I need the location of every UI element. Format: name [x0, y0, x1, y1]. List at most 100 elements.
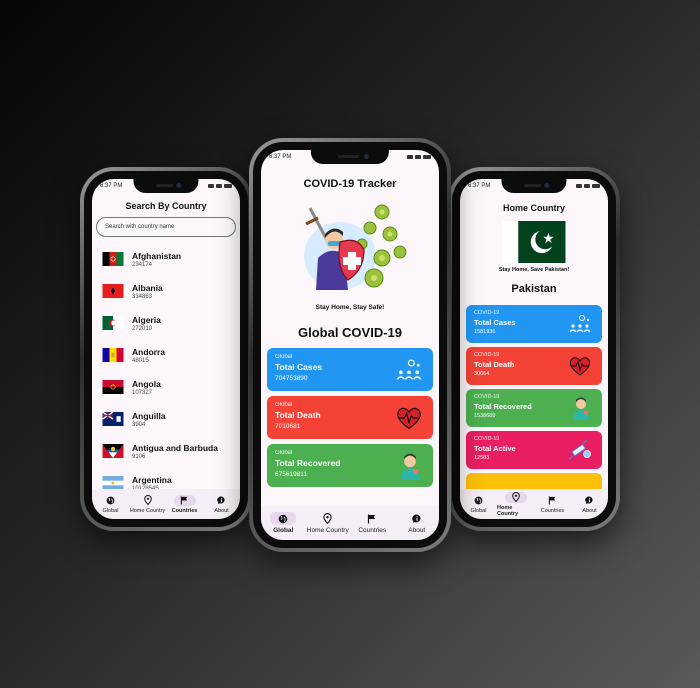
location-pin-icon — [317, 512, 339, 525]
phone-middle: 6:37 PM COVID-19 Tracker Stay Home, Stay… — [249, 138, 451, 552]
status-icons — [208, 184, 232, 188]
country-item-anguilla[interactable]: Anguilla 3904 — [102, 403, 230, 435]
total-recovered-card[interactable]: COVID-19 Total Recovered 1538689 — [466, 389, 602, 427]
global-screen: 6:37 PM COVID-19 Tracker Stay Home, Stay… — [261, 150, 439, 540]
flag-anguilla-icon — [102, 412, 124, 426]
country-item-angola[interactable]: Angola 107327 — [102, 371, 230, 403]
bottom-nav: Global Home Country Countries About — [261, 506, 439, 540]
country-name: Anguilla — [132, 410, 166, 421]
status-time: 6:37 PM — [468, 183, 491, 189]
nav-label: Global — [102, 507, 119, 514]
nav-countries[interactable]: Countries — [166, 494, 203, 514]
flag-icon — [173, 494, 196, 506]
info-icon — [211, 495, 233, 506]
nav-about[interactable]: About — [571, 495, 608, 514]
flag-antigua-and-barbuda-icon — [102, 444, 124, 458]
nav-label: About — [214, 507, 229, 514]
country-cases: 3904 — [132, 421, 146, 428]
people-virus-icon — [569, 315, 591, 333]
flag-afghanistan-icon — [102, 252, 124, 266]
globe-icon — [100, 495, 122, 506]
nav-label: Global — [273, 527, 294, 534]
page-title: Home Country — [502, 203, 565, 213]
flag-argentina-icon — [102, 476, 124, 490]
globe-icon — [270, 512, 297, 525]
stats-cards: COVID-19 Total Cases 1581936 COVID-19 To… — [460, 305, 608, 511]
nav-label: Home Country — [306, 527, 349, 534]
flag-angola-icon — [102, 380, 124, 394]
info-icon — [579, 495, 601, 506]
total-active-card[interactable]: COVID-19 Total Active 12583 — [466, 431, 602, 469]
status-time: 6:37 PM — [269, 154, 292, 160]
country-name: Afghanistan — [132, 250, 182, 261]
nav-label: Global — [470, 507, 487, 514]
nav-home-country[interactable]: Home Country — [497, 491, 534, 517]
country-item-albania[interactable]: Albania 334863 — [102, 275, 230, 307]
heart-pulse-icon — [569, 357, 591, 376]
total-death-card[interactable]: Global Total Death 7010681 — [267, 396, 433, 439]
country-cases: 234174 — [132, 261, 153, 268]
country-item-andorra[interactable]: Andorra 48015 — [102, 339, 230, 371]
recovered-person-icon — [573, 397, 589, 420]
notch — [310, 150, 390, 164]
globe-icon — [468, 495, 490, 506]
nav-label: Countries — [171, 507, 198, 514]
country-item-algeria[interactable]: Algeria 272010 — [102, 307, 230, 339]
nav-global[interactable]: Global — [92, 495, 129, 514]
nav-label: Countries — [358, 527, 387, 534]
nav-label: About — [582, 507, 597, 514]
nav-home-country[interactable]: Home Country — [129, 495, 166, 514]
page-title: Search By Country — [125, 201, 207, 211]
syringe-icon — [568, 439, 591, 460]
notch — [501, 179, 567, 193]
nav-about[interactable]: About — [203, 495, 240, 514]
countries-screen: 6:37 PM Search By Country Search with co… — [92, 179, 240, 519]
nav-home-country[interactable]: Home Country — [306, 512, 351, 534]
nav-label: Home Country — [129, 507, 166, 514]
flag-algeria-icon — [102, 316, 124, 330]
total-cases-card[interactable]: COVID-19 Total Cases 1581936 — [466, 305, 602, 343]
nav-label: Home Country — [497, 504, 519, 517]
phone-right: 6:37 PM Home Country Stay Home, Save Pak… — [448, 167, 620, 531]
nav-global[interactable]: Global — [261, 512, 306, 534]
search-placeholder: Search with country name — [105, 224, 175, 230]
search-input[interactable]: Search with country name — [96, 217, 236, 237]
flag-andorra-icon — [102, 348, 124, 362]
home-country-screen: 6:37 PM Home Country Stay Home, Save Pak… — [460, 179, 608, 519]
nav-global[interactable]: Global — [460, 495, 497, 514]
country-cases: 107327 — [132, 389, 153, 396]
country-item-antigua-and-barbuda[interactable]: Antigua and Barbuda 9106 — [102, 435, 230, 467]
notch — [133, 179, 199, 193]
bottom-nav: Global Home Country Countries About — [92, 489, 240, 519]
people-virus-icon — [396, 359, 422, 380]
pakistan-flag-icon — [502, 221, 566, 263]
nav-countries[interactable]: Countries — [534, 495, 571, 514]
total-recovered-card[interactable]: Global Total Recovered 675619811 — [267, 444, 433, 487]
nav-label: Countries — [540, 507, 565, 514]
country-cases: 334863 — [132, 293, 153, 300]
country-item-afghanistan[interactable]: Afghanistan 234174 — [102, 243, 230, 275]
country-name: Albania — [132, 282, 163, 293]
flag-albania-icon — [102, 284, 124, 298]
status-icons — [576, 184, 600, 188]
country-name: Antigua and Barbuda — [132, 442, 218, 453]
bottom-nav: Global Home Country Countries About — [460, 489, 608, 519]
status-time: 6:37 PM — [100, 183, 123, 189]
country-title: Pakistan — [511, 283, 557, 295]
page-title: COVID-19 Tracker — [303, 178, 397, 190]
country-cases: 9106 — [132, 453, 146, 460]
stats-cards: Global Total Cases 704753890 Global Tota… — [261, 348, 439, 487]
phone-left: 6:37 PM Search By Country Search with co… — [80, 167, 252, 531]
nav-countries[interactable]: Countries — [350, 512, 395, 534]
doctor-shield-virus-illustration — [304, 204, 407, 290]
country-cases: 48015 — [132, 357, 149, 364]
heart-pulse-icon — [397, 407, 421, 429]
section-title: Global COVID-19 — [297, 325, 403, 340]
nav-about[interactable]: About — [395, 512, 440, 534]
status-icons — [407, 155, 431, 159]
tagline: Stay Home, Stay Safe! — [315, 304, 385, 311]
total-cases-card[interactable]: Global Total Cases 704753890 — [267, 348, 433, 391]
flag-icon — [542, 495, 564, 506]
total-death-card[interactable]: COVID-19 Total Death 30664 — [466, 347, 602, 385]
nav-label: About — [408, 527, 426, 534]
